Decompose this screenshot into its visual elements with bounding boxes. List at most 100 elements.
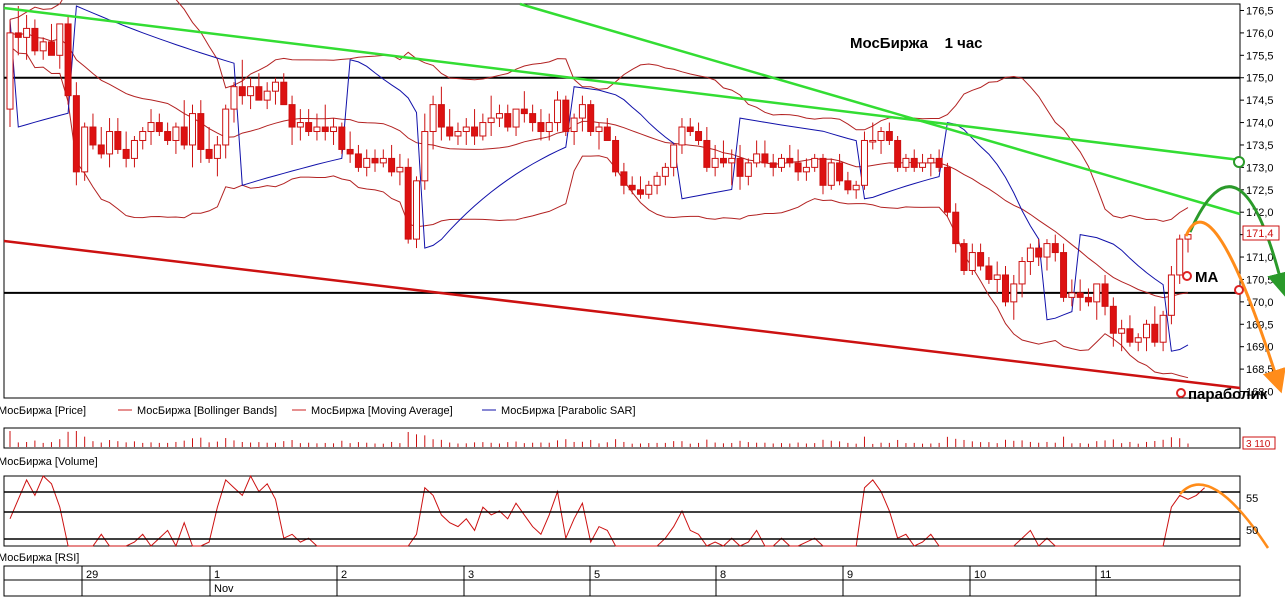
candle-body [222, 108, 230, 146]
candle-body [612, 139, 620, 173]
candle-body [1109, 305, 1117, 334]
date-label: 3 [468, 569, 474, 581]
candle-body [686, 126, 694, 133]
candle-body [844, 180, 852, 191]
price-tick-label: 171,0 [1246, 252, 1274, 264]
candle-body [919, 162, 927, 168]
candle-body [288, 104, 296, 128]
candle-body [396, 166, 404, 173]
candle-body [711, 157, 719, 168]
date-label: 1 [214, 569, 220, 581]
candle-body [985, 265, 993, 280]
price-panel [3, 3, 1241, 399]
candle-body [802, 166, 810, 173]
candle-body [670, 144, 678, 168]
candle-body [263, 90, 271, 101]
annotation-ma: MA [1195, 269, 1218, 286]
date-label: 11 [1100, 569, 1111, 581]
candle-body [902, 157, 910, 168]
candle-body [338, 126, 346, 150]
candle-body [47, 41, 55, 56]
price-tick-label: 174,5 [1246, 95, 1274, 107]
candle-body [827, 162, 835, 186]
marker-circle-top [1233, 156, 1245, 168]
candle-body [645, 184, 653, 195]
candle-body [305, 122, 313, 133]
candle-body [172, 126, 180, 141]
date-label: 5 [594, 569, 600, 581]
candle-body [744, 162, 752, 177]
candle-body [935, 157, 943, 168]
candle-body [1026, 247, 1034, 263]
candle-body [628, 184, 636, 191]
candle-body [653, 175, 661, 186]
price-tick-label: 170,5 [1246, 274, 1274, 286]
last-price-label: 171,4 [1246, 228, 1274, 240]
candle-body [578, 104, 586, 119]
candle-body [794, 162, 802, 173]
rsi-panel [3, 475, 1241, 547]
candle-body [330, 126, 338, 133]
chart-title: МосБиржа 1 час [850, 35, 983, 52]
date-label: 29 [86, 569, 98, 581]
candle-body [504, 113, 512, 128]
candle-body [412, 180, 420, 240]
candle-body [1159, 314, 1167, 343]
candle-body [1151, 323, 1159, 343]
candle-body [321, 126, 329, 133]
candle-body [885, 131, 893, 141]
candle-body [786, 157, 794, 164]
candle-body [554, 99, 562, 124]
marker-circle-ma [1182, 271, 1192, 281]
legend-rsi: МосБиржа [RSI] [0, 552, 79, 564]
price-tick-label: 176,5 [1246, 5, 1274, 17]
candle-body [379, 157, 387, 164]
candle-body [852, 184, 860, 191]
marker-circle-level [1234, 285, 1244, 295]
candle-body [429, 104, 437, 133]
candle-body [1118, 328, 1126, 334]
price-tick-label: 174,0 [1246, 118, 1274, 130]
candle-body [1010, 283, 1018, 303]
candle-body [811, 157, 819, 168]
date-label: 2 [341, 569, 347, 581]
candle-body [346, 148, 354, 155]
price-tick-label: 175,5 [1246, 50, 1274, 62]
candle-body [943, 166, 951, 213]
volume-panel [3, 427, 1241, 449]
candle-body [719, 157, 727, 164]
candle-body [97, 144, 105, 155]
candle-body [495, 113, 503, 119]
candle-body [620, 171, 628, 186]
candle-body [778, 157, 786, 168]
candle-body [1001, 274, 1009, 303]
candle-body [877, 131, 885, 141]
candle-body [910, 157, 918, 168]
candle-body [927, 157, 935, 164]
price-tick-label: 176,0 [1246, 28, 1274, 40]
candle-body [354, 153, 362, 168]
candle-body [1176, 238, 1184, 276]
candle-body [1060, 252, 1068, 298]
candle-body [769, 162, 777, 168]
legend-volume: МосБиржа [Volume] [0, 456, 98, 468]
candle-body [728, 157, 736, 164]
candle-body [869, 139, 877, 143]
candle-body [421, 131, 429, 182]
candle-body [454, 131, 462, 137]
candle-body [695, 131, 703, 141]
marker-circle-sar [1176, 388, 1186, 398]
candle-body [761, 153, 769, 164]
candle-body [363, 157, 371, 168]
chart-canvas: 176,5 176,0 175,5 175,0 174,5 174,0 173,5 173,0… [0, 0, 1285, 597]
price-tick-label: 173,5 [1246, 140, 1274, 152]
candle-body [89, 126, 97, 146]
date-label: 9 [847, 569, 853, 581]
candle-body [1143, 323, 1151, 339]
candle-body [462, 126, 470, 133]
legend-sar: МосБиржа [Parabolic SAR] [501, 405, 636, 417]
candle-body [960, 243, 968, 271]
candle-body [512, 108, 520, 128]
candle-body [106, 131, 114, 155]
date-label: 8 [720, 569, 726, 581]
